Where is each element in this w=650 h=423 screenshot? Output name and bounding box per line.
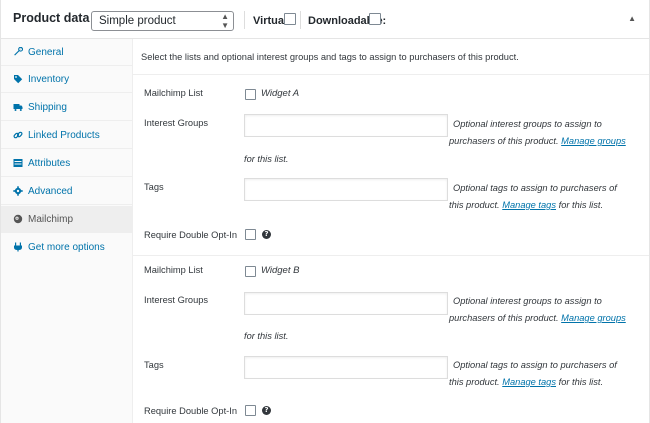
product-data-header: Product data — Simple product ▲ ▼ Virtual… — [1, 0, 649, 39]
virtual-checkbox[interactable] — [284, 13, 296, 25]
mailchimp-options-pane: Select the lists and optional interest g… — [133, 39, 649, 423]
interest-groups-desc: Optional interest groups to assign to — [453, 119, 602, 129]
gear-icon — [13, 186, 23, 196]
tab-label: Linked Products — [28, 130, 100, 141]
manage-groups-link[interactable]: Manage groups — [561, 136, 626, 146]
tab-inventory[interactable]: Inventory — [1, 66, 132, 93]
intro-text: Select the lists and optional interest g… — [141, 52, 519, 62]
help-icon[interactable]: ? — [262, 230, 271, 239]
double-optin-checkbox[interactable] — [245, 229, 256, 240]
header-divider — [300, 11, 301, 29]
desc-text: this product. — [449, 200, 500, 210]
interest-groups-desc: Optional interest groups to assign to — [453, 296, 602, 306]
tab-label: Advanced — [28, 186, 73, 197]
manage-tags-link[interactable]: Manage tags — [502, 377, 556, 387]
tags-desc: this product. Manage tags for this list. — [449, 200, 603, 210]
interest-groups-desc: for this list. — [244, 331, 289, 341]
manage-groups-link[interactable]: Manage groups — [561, 313, 626, 323]
interest-groups-label: Interest Groups — [144, 118, 209, 128]
mailchimp-list-label: Mailchimp List — [144, 88, 203, 98]
mailchimp-list-label: Mailchimp List — [144, 265, 203, 275]
tags-input[interactable] — [244, 178, 448, 201]
tags-desc: Optional tags to assign to purchasers of — [453, 360, 617, 370]
tab-mailchimp[interactable]: Mailchimp — [1, 206, 132, 233]
list-name: Widget B — [261, 265, 300, 276]
interest-groups-input[interactable] — [244, 114, 448, 137]
divider — [133, 255, 649, 256]
interest-groups-input[interactable] — [244, 292, 448, 315]
manage-tags-link[interactable]: Manage tags — [502, 200, 556, 210]
double-optin-checkbox[interactable] — [245, 405, 256, 416]
tab-linked-products[interactable]: Linked Products — [1, 122, 132, 149]
interest-groups-desc: purchasers of this product. Manage group… — [449, 136, 626, 146]
desc-text: for this list. — [558, 200, 604, 210]
interest-groups-desc: for this list. — [244, 154, 289, 164]
tags-desc: this product. Manage tags for this list. — [449, 377, 603, 387]
product-data-panel: Product data — Simple product ▲ ▼ Virtual… — [0, 0, 650, 423]
desc-text: this product. — [449, 377, 500, 387]
desc-text: purchasers of this product. — [449, 136, 559, 146]
product-data-tabs: General Inventory Shipping Linked Produc… — [1, 39, 133, 423]
help-icon[interactable]: ? — [262, 406, 271, 415]
divider — [133, 74, 649, 75]
wrench-icon — [14, 47, 23, 56]
link-icon — [13, 131, 23, 139]
tab-label: Shipping — [28, 102, 67, 113]
tab-label: General — [28, 47, 64, 58]
list-checkbox-b[interactable] — [245, 266, 256, 277]
desc-text: purchasers of this product. — [449, 313, 559, 323]
interest-groups-label: Interest Groups — [144, 295, 209, 305]
truck-icon — [13, 104, 23, 111]
tab-shipping[interactable]: Shipping — [1, 94, 132, 121]
double-optin-label: Require Double Opt-In — [144, 406, 238, 416]
desc-text: for this list. — [558, 377, 604, 387]
tags-desc: Optional tags to assign to purchasers of — [453, 183, 617, 193]
tags-input[interactable] — [244, 356, 448, 379]
product-type-select[interactable]: Simple product ▲ ▼ — [91, 11, 234, 31]
tags-label: Tags — [144, 182, 164, 192]
product-type-value: Simple product — [99, 15, 176, 27]
tab-label: Inventory — [28, 74, 70, 85]
tab-label: Mailchimp — [28, 214, 74, 225]
list-name: Widget A — [261, 88, 300, 99]
tab-advanced[interactable]: Advanced — [1, 178, 132, 205]
tab-attributes[interactable]: Attributes — [1, 150, 132, 177]
select-arrows-icon: ▲ ▼ — [221, 12, 229, 30]
collapse-toggle-icon[interactable]: ▲ — [628, 14, 636, 23]
header-divider — [244, 11, 245, 29]
mailchimp-icon — [13, 214, 23, 224]
tab-label: Get more options — [28, 242, 105, 253]
tab-get-more-options[interactable]: Get more options — [1, 234, 132, 261]
plugin-icon — [14, 242, 22, 252]
tab-label: Attributes — [28, 158, 71, 169]
tags-label: Tags — [144, 360, 164, 370]
list-checkbox-a[interactable] — [245, 89, 256, 100]
tag-icon — [14, 75, 23, 84]
double-optin-label: Require Double Opt-In — [144, 230, 238, 240]
interest-groups-desc: purchasers of this product. Manage group… — [449, 313, 626, 323]
tab-general[interactable]: General — [1, 39, 132, 66]
table-icon — [13, 159, 23, 167]
downloadable-checkbox[interactable] — [369, 13, 381, 25]
